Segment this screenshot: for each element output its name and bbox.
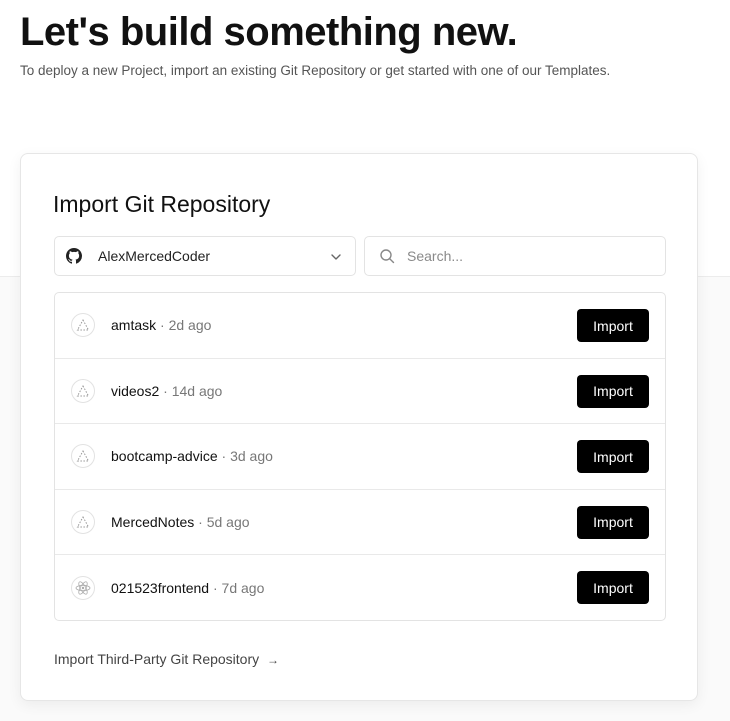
repo-age: 2d ago <box>168 317 212 334</box>
repo-name[interactable]: MercedNotes <box>111 514 194 530</box>
repo-info: MercedNotes · 5d ago <box>111 514 250 530</box>
repo-age: 7d ago <box>221 580 265 597</box>
list-item: 021523frontend · 7d ago Import <box>55 555 665 620</box>
search-icon <box>379 248 395 264</box>
import-button[interactable]: Import <box>577 505 649 539</box>
repo-info: bootcamp-advice · 3d ago <box>111 448 273 464</box>
third-party-label: Import Third-Party Git Repository <box>54 651 260 667</box>
chevron-down-icon <box>329 250 343 264</box>
import-button[interactable]: Import <box>577 440 649 474</box>
import-third-party-link[interactable]: Import Third-Party Git Repository → <box>54 651 279 667</box>
import-button[interactable]: Import <box>577 374 649 408</box>
react-icon <box>71 576 95 601</box>
arrow-right-icon: → <box>267 653 280 667</box>
page-title: Let's build something new. <box>20 10 518 54</box>
repo-info: 021523frontend · 7d ago <box>111 580 264 596</box>
repo-name[interactable]: amtask <box>111 317 156 333</box>
list-item: MercedNotes · 5d ago Import <box>55 490 665 556</box>
separator: · <box>221 448 227 465</box>
triangle-icon <box>71 313 95 338</box>
separator: · <box>198 514 203 531</box>
triangle-icon <box>71 378 95 403</box>
list-item: amtask · 2d ago Import <box>55 293 665 359</box>
github-icon <box>66 248 82 264</box>
account-dropdown[interactable]: AlexMercedCoder <box>54 236 356 276</box>
page: Let's build something new. To deploy a n… <box>0 0 730 721</box>
list-item: bootcamp-advice · 3d ago Import <box>55 424 665 490</box>
repo-info: videos2 · 14d ago <box>111 383 222 399</box>
import-button[interactable]: Import <box>577 309 649 342</box>
triangle-icon <box>71 510 95 535</box>
repo-name[interactable]: videos2 <box>111 383 159 399</box>
separator: · <box>212 580 218 597</box>
search-box[interactable] <box>364 236 666 276</box>
list-item: videos2 · 14d ago Import <box>55 359 665 425</box>
repo-age: 14d ago <box>171 382 223 399</box>
account-name: AlexMercedCoder <box>98 248 211 264</box>
repo-name[interactable]: 021523frontend <box>111 580 209 596</box>
repo-age: 3d ago <box>230 448 273 465</box>
separator: · <box>163 382 168 399</box>
repo-info: amtask · 2d ago <box>111 317 211 333</box>
separator: · <box>160 317 165 334</box>
repo-name[interactable]: bootcamp-advice <box>111 448 218 464</box>
import-git-card: Import Git Repository AlexMercedCoder Se… <box>20 153 698 701</box>
page-subtitle: To deploy a new Project, import an exist… <box>20 63 611 78</box>
card-title: Import Git Repository <box>53 191 271 217</box>
repo-list: amtask · 2d ago Import videos2 · 14d ago… <box>54 292 666 621</box>
search-input[interactable] <box>407 248 647 264</box>
import-button[interactable]: Import <box>577 571 649 605</box>
triangle-icon <box>71 444 95 469</box>
repo-age: 5d ago <box>206 514 250 531</box>
